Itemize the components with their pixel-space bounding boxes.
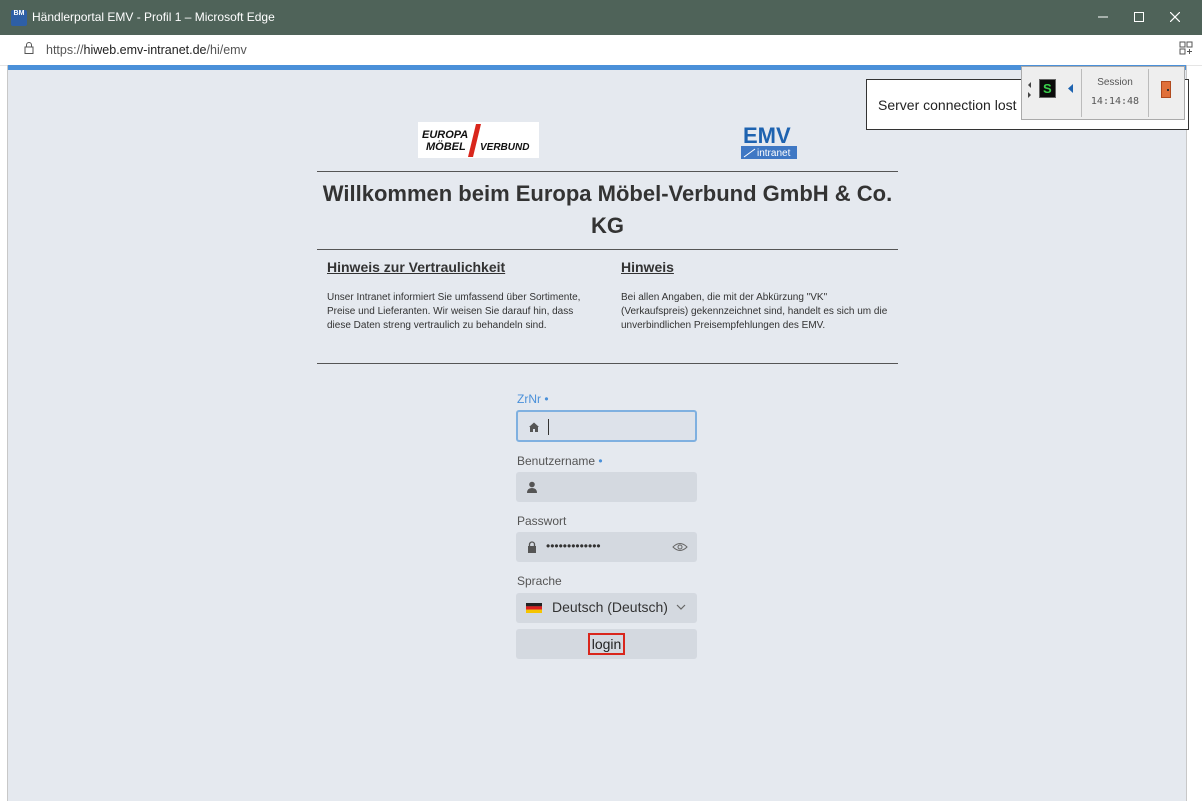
emv-intranet-logo: EMV intranet <box>741 121 797 159</box>
home-icon <box>529 422 539 432</box>
password-masked-value: ••••••••••••• <box>546 539 601 553</box>
europa-moebel-verbund-logo: EUROPA MÖBEL VERBUND <box>418 122 539 158</box>
login-button-label: login <box>587 633 626 655</box>
window-titlebar: BM Händlerportal EMV - Profil 1 – Micros… <box>0 0 1202 35</box>
session-widget: S Session 14:14:48 <box>1021 66 1185 120</box>
language-select[interactable]: Deutsch (Deutsch) <box>516 593 697 623</box>
hint-text: Bei allen Angaben, die mit der Abkürzung… <box>621 292 888 331</box>
session-label: Session <box>1097 77 1133 88</box>
s-button[interactable]: S <box>1039 79 1056 98</box>
welcome-heading: Willkommen beim Europa Möbel-Verbund Gmb… <box>322 181 893 238</box>
password-label: Passwort <box>517 514 567 528</box>
chevron-down-icon <box>676 604 686 610</box>
collapse-arrow-icon[interactable] <box>1068 84 1074 93</box>
close-icon <box>1169 11 1181 23</box>
maximize-button[interactable] <box>1129 8 1149 28</box>
server-connection-notice-text: Server connection lost <box>878 97 1017 113</box>
svg-text:EMV: EMV <box>743 123 791 148</box>
session-time: 14:14:48 <box>1090 96 1140 107</box>
german-flag-icon <box>526 603 542 613</box>
logout-door-icon[interactable] <box>1161 81 1171 98</box>
language-label: Sprache <box>517 574 562 588</box>
content-border-right <box>1186 65 1187 801</box>
lock-icon[interactable] <box>24 42 34 54</box>
svg-text:EUROPA: EUROPA <box>422 129 468 141</box>
lock-icon <box>528 541 536 553</box>
username-label: Benutzername • <box>517 454 603 468</box>
language-selected-value: Deutsch (Deutsch) <box>552 599 668 615</box>
hint-confidentiality-title: Hinweis zur Vertraulichkeit <box>327 259 506 275</box>
divider <box>317 363 898 364</box>
content-border-left <box>7 65 8 801</box>
divider <box>317 171 898 172</box>
svg-text:VERBUND: VERBUND <box>480 142 529 153</box>
maximize-icon <box>1134 12 1144 22</box>
window-title: Händlerportal EMV - Profil 1 – Microsoft… <box>32 10 275 24</box>
username-input[interactable] <box>516 472 697 502</box>
expand-arrows-icon[interactable] <box>1026 81 1034 99</box>
divider <box>317 249 898 250</box>
app-available-icon[interactable] <box>1179 41 1193 55</box>
svg-text:MÖBEL: MÖBEL <box>426 140 466 153</box>
hint-confidentiality-text: Unser Intranet informiert Sie umfassend … <box>327 292 581 331</box>
svg-text:intranet: intranet <box>757 148 791 159</box>
hint-title: Hinweis <box>621 259 674 275</box>
eye-icon[interactable] <box>672 541 688 553</box>
minimize-icon <box>1098 16 1108 18</box>
zrnr-input[interactable] <box>516 410 697 442</box>
minimize-button[interactable] <box>1093 8 1113 28</box>
app-icon: BM <box>11 10 27 26</box>
password-input[interactable]: ••••••••••••• <box>516 532 697 562</box>
user-icon <box>527 481 537 493</box>
zrnr-label: ZrNr • <box>517 392 549 406</box>
separator <box>1148 69 1149 117</box>
login-button[interactable]: login <box>516 629 697 659</box>
close-button[interactable] <box>1165 8 1185 28</box>
text-cursor <box>548 419 549 435</box>
url-text[interactable]: https://hiweb.emv-intranet.de/hi/emv <box>46 43 247 57</box>
